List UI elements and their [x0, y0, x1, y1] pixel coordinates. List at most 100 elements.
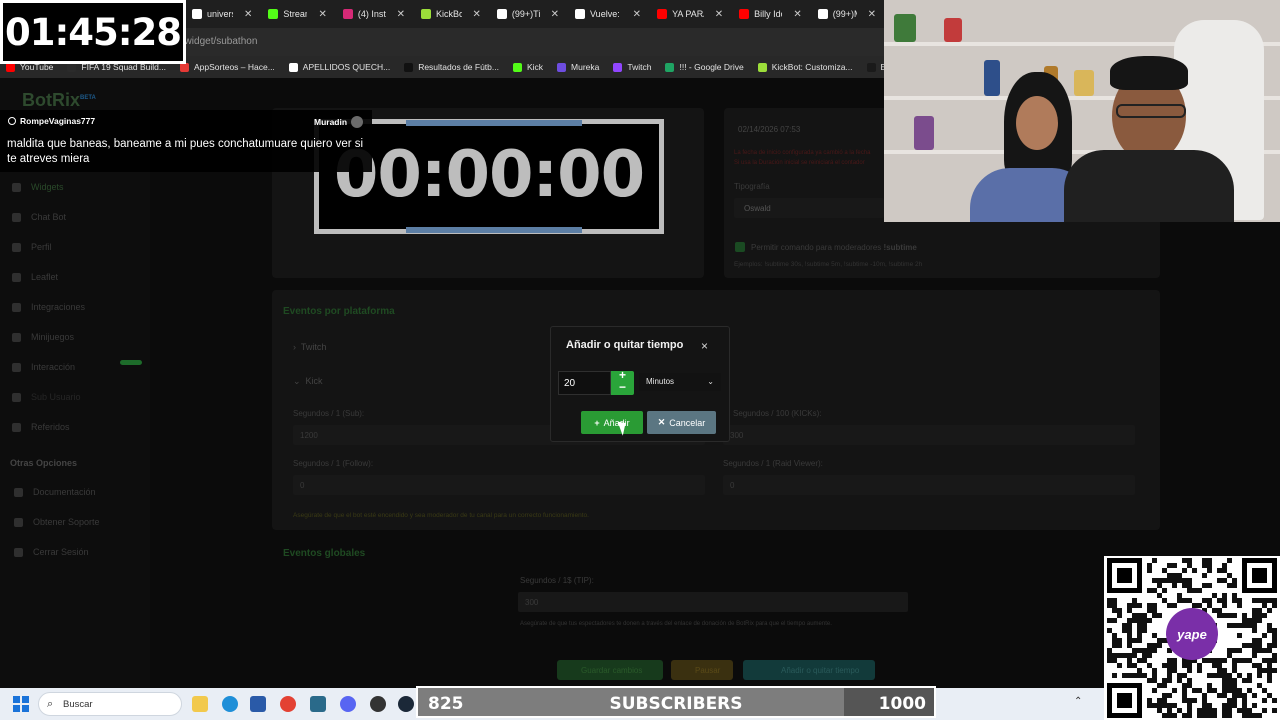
close-tab-icon[interactable]: ✕	[473, 9, 481, 20]
date-field[interactable]: 02/14/2026 07:53	[738, 125, 800, 134]
sidebar-item-integraciones[interactable]: Integraciones	[12, 302, 85, 312]
browser-tab[interactable]: Billy Idol ✕	[731, 0, 810, 28]
qr-module	[1137, 658, 1142, 663]
close-tab-icon[interactable]: ✕	[551, 9, 559, 20]
qr-module	[1267, 608, 1272, 613]
save-button[interactable]: Guardar cambios	[557, 660, 663, 680]
raid-label: Segundos / 1 (Raid Viewer):	[723, 459, 823, 468]
close-tab-icon[interactable]: ✕	[633, 9, 641, 20]
close-tab-icon[interactable]: ✕	[397, 9, 405, 20]
qr-module	[1252, 703, 1257, 708]
time-unit-select[interactable]: Minutos ⌄	[639, 373, 721, 391]
close-tab-icon[interactable]: ✕	[793, 9, 801, 20]
qr-module	[1152, 688, 1157, 693]
browser-tab[interactable]: (4) Insta ✕	[335, 0, 413, 28]
close-icon[interactable]: ×	[701, 339, 708, 353]
qr-module	[1272, 708, 1277, 713]
tray-chevron-up-icon[interactable]: ⌃	[1074, 696, 1082, 707]
new-badge	[120, 360, 142, 365]
sidebar-item-cerrar-sesion[interactable]: Cerrar Sesión	[14, 547, 89, 557]
tip-input[interactable]	[518, 592, 908, 612]
bookmark[interactable]: APELLIDOS QUECH...	[288, 62, 390, 72]
qr-module	[1262, 633, 1267, 638]
bookmark[interactable]: !!! - Google Drive	[665, 62, 744, 72]
qr-finder	[1252, 568, 1267, 583]
sidebar-item-interaccion[interactable]: Interacción	[12, 362, 75, 372]
qr-module	[1127, 603, 1132, 608]
mod-command-checkbox[interactable]	[735, 242, 745, 252]
browser-tab[interactable]: KickBot ✕	[413, 0, 489, 28]
discord-icon[interactable]	[340, 696, 356, 712]
qr-module	[1247, 688, 1252, 693]
store-icon[interactable]	[250, 696, 266, 712]
bookmark[interactable]: Resultados de Fútb...	[404, 62, 499, 72]
person-shirt	[1064, 150, 1234, 222]
browser-tab[interactable]: (99+)Tik ✕	[489, 0, 567, 28]
amount-stepper[interactable]: + −	[611, 368, 634, 395]
close-tab-icon[interactable]: ✕	[715, 9, 723, 20]
file-explorer-icon[interactable]	[192, 696, 208, 712]
qr-module	[1197, 603, 1202, 608]
edge-icon[interactable]	[222, 696, 238, 712]
raid-input[interactable]	[723, 475, 1135, 495]
chat-username: RompeVaginas777	[8, 116, 95, 126]
qr-module	[1122, 628, 1127, 633]
browser-tab[interactable]: (99+)M ✕	[810, 0, 884, 28]
qr-module	[1147, 643, 1152, 648]
bookmark[interactable]: Twitch	[613, 62, 651, 72]
time-amount-input[interactable]	[558, 371, 611, 395]
sidebar-item-chat-bot[interactable]: Chat Bot	[12, 212, 66, 222]
qr-module	[1152, 578, 1157, 583]
qr-module	[1202, 693, 1207, 698]
bookmark[interactable]: Mureka	[557, 62, 599, 72]
windows-start-icon[interactable]	[13, 696, 29, 712]
follow-input[interactable]	[293, 475, 705, 495]
chrome-icon[interactable]	[280, 696, 296, 712]
steam-icon[interactable]	[398, 696, 414, 712]
cancel-button[interactable]: ✕ Cancelar	[647, 411, 716, 434]
add-time-page-button[interactable]: Añadir o quitar tiempo	[743, 660, 875, 680]
taskbar-search[interactable]: ⌕ Buscar	[38, 692, 182, 716]
bookmark[interactable]: KickBot: Customiza...	[757, 62, 853, 72]
browser-tab[interactable]: universi ✕	[184, 0, 260, 28]
add-time-page-button-label: Añadir o quitar tiempo	[781, 666, 860, 675]
qr-module	[1132, 638, 1137, 643]
qr-module	[1167, 563, 1172, 568]
browser-tab[interactable]: Vuelve: L ✕	[567, 0, 649, 28]
sidebar-item-documentacion[interactable]: Documentación	[14, 487, 96, 497]
minus-icon[interactable]: −	[611, 380, 634, 394]
bookmark-label: KickBot: Customiza...	[771, 62, 853, 72]
twitch-accordion[interactable]: › Twitch	[293, 342, 326, 352]
sidebar-item-widgets[interactable]: Widgets	[12, 182, 64, 192]
bookmark[interactable]: AppSorteos – Hace...	[180, 62, 275, 72]
sidebar-item-soporte[interactable]: Obtener Soporte	[14, 517, 100, 527]
qr-module	[1167, 708, 1172, 713]
sidebar-item-minijuegos[interactable]: Minijuegos	[12, 332, 74, 342]
kicks-input[interactable]	[723, 425, 1135, 445]
sidebar-item-leaflet[interactable]: Leaflet	[12, 272, 58, 282]
kick-accordion[interactable]: ⌄ Kick	[293, 376, 323, 387]
qr-module	[1152, 678, 1157, 683]
qr-module	[1147, 663, 1152, 668]
browser-tab[interactable]: Stream ✕	[260, 0, 335, 28]
qr-module	[1252, 638, 1257, 643]
qr-module	[1152, 643, 1157, 648]
app-icon[interactable]	[310, 696, 326, 712]
qr-module	[1272, 643, 1277, 648]
pause-button[interactable]: Pausar	[671, 660, 733, 680]
browser-tab[interactable]: YA PARA ✕	[649, 0, 731, 28]
music-icon	[12, 362, 21, 372]
sidebar-item-perfil[interactable]: Perfil	[12, 242, 52, 252]
close-tab-icon[interactable]: ✕	[244, 9, 252, 20]
add-time-button[interactable]: + Añadir	[581, 411, 643, 434]
url-text[interactable]: el/widget/subathon	[174, 36, 257, 47]
yape-logo-icon: yape	[1166, 608, 1218, 660]
sidebar-item-referidos[interactable]: Referidos	[12, 422, 70, 432]
close-tab-icon[interactable]: ✕	[318, 9, 326, 20]
bookmark[interactable]: Kick	[512, 62, 543, 72]
qr-module	[1202, 698, 1207, 703]
close-tab-icon[interactable]: ✕	[868, 9, 876, 20]
obs-icon[interactable]	[370, 696, 386, 712]
sidebar-item-sub-usuario[interactable]: Sub Usuario	[12, 392, 81, 402]
qr-module	[1207, 583, 1212, 588]
